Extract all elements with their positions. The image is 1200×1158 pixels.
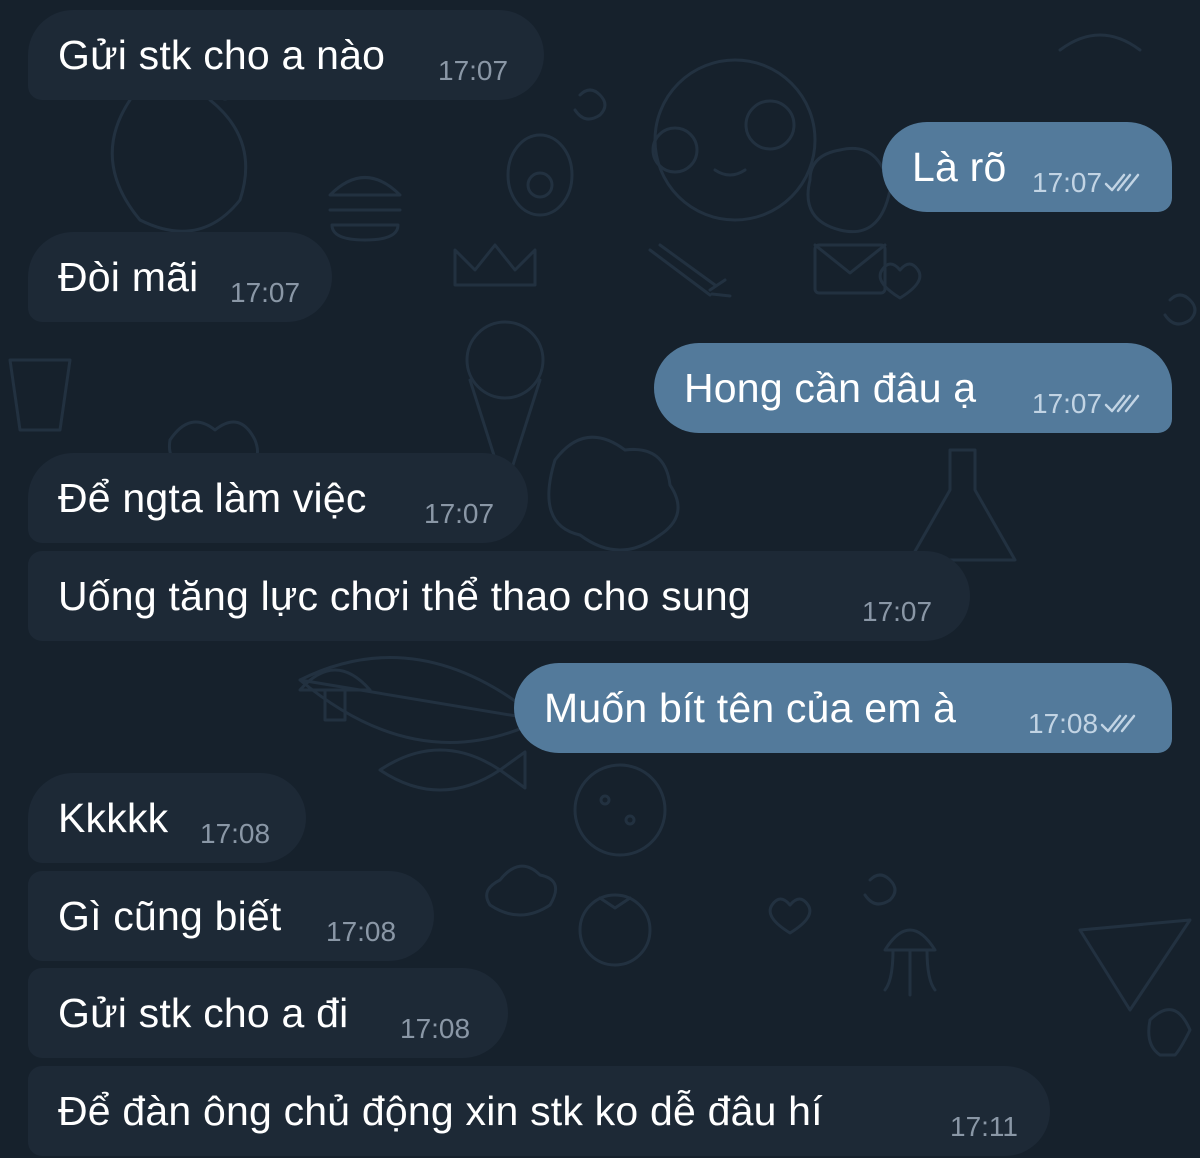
message-bubble-outgoing[interactable]: Hong cần đâu ạ 17:07 <box>654 343 1172 433</box>
double-check-icon <box>1104 173 1140 192</box>
message-time: 17:08 <box>400 1013 471 1044</box>
message-time: 17:07 <box>438 55 509 86</box>
message-time: 17:11 <box>950 1111 1018 1142</box>
message-time: 17:08 <box>1028 708 1099 739</box>
message-text: Đòi mãi <box>58 254 199 300</box>
message-bubble-incoming[interactable]: Gửi stk cho a đi 17:08 <box>28 968 508 1058</box>
message-bubble-incoming[interactable]: Để đàn ông chủ động xin stk ko dễ đâu hí… <box>28 1066 1050 1156</box>
message-text: Gì cũng biết <box>58 893 282 939</box>
message-time: 17:07 <box>1032 388 1103 419</box>
message-text: Uống tăng lực chơi thể thao cho sung <box>58 573 751 619</box>
message-meta: 17:07 <box>1032 388 1144 420</box>
message-text: Gửi stk cho a nào <box>58 32 386 78</box>
double-check-icon <box>1100 714 1136 733</box>
message-bubble-incoming[interactable]: Gửi stk cho a nào 17:07 <box>28 10 544 100</box>
message-time: 17:07 <box>230 277 301 308</box>
message-bubble-outgoing[interactable]: Là rõ 17:07 <box>882 122 1172 212</box>
message-time: 17:07 <box>1032 167 1103 198</box>
message-bubble-incoming[interactable]: Uống tăng lực chơi thể thao cho sung 17:… <box>28 551 970 641</box>
message-text: Hong cần đâu ạ <box>684 365 977 411</box>
message-text: Để ngta làm việc <box>58 475 367 521</box>
message-time: 17:07 <box>424 498 495 529</box>
message-time: 17:08 <box>200 818 271 849</box>
message-bubble-outgoing[interactable]: Muốn bít tên của em à 17:08 <box>514 663 1172 753</box>
message-text: Kkkkk <box>58 795 169 841</box>
message-text: Gửi stk cho a đi <box>58 990 349 1036</box>
message-bubble-incoming[interactable]: Đòi mãi 17:07 <box>28 232 332 322</box>
message-bubble-incoming[interactable]: Kkkkk 17:08 <box>28 773 306 863</box>
message-bubble-incoming[interactable]: Gì cũng biết 17:08 <box>28 871 434 961</box>
chat-history[interactable]: Gửi stk cho a nào 17:07 Là rõ 17:07 Đòi … <box>0 0 1200 1158</box>
message-text: Là rõ <box>912 144 1007 190</box>
message-meta: 17:08 <box>1028 708 1140 740</box>
message-time: 17:08 <box>326 916 397 947</box>
message-meta: 17:07 <box>1032 167 1144 199</box>
message-text: Để đàn ông chủ động xin stk ko dễ đâu hí <box>58 1088 823 1134</box>
message-time: 17:07 <box>862 596 933 627</box>
message-bubble-incoming[interactable]: Để ngta làm việc 17:07 <box>28 453 528 543</box>
double-check-icon <box>1104 394 1140 413</box>
message-text: Muốn bít tên của em à <box>544 685 957 731</box>
